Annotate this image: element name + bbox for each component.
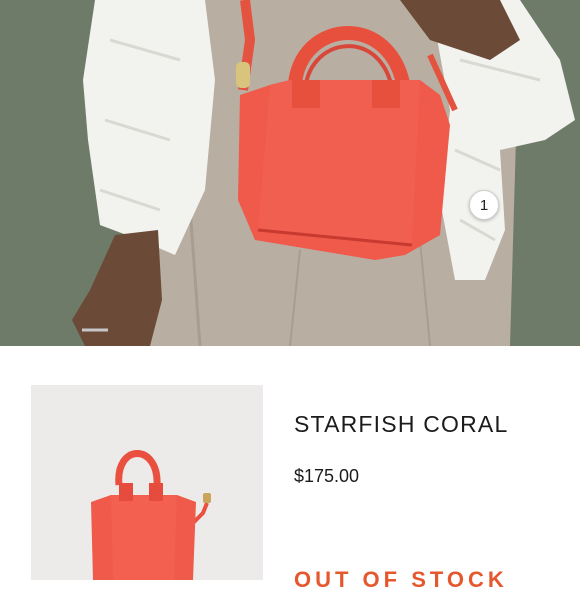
product-thumbnail[interactable] bbox=[31, 385, 263, 580]
image-hotspot-button[interactable]: 1 bbox=[469, 190, 499, 220]
product-name[interactable]: STARFISH CORAL bbox=[294, 411, 508, 438]
product-price: $175.00 bbox=[294, 466, 360, 486]
hero-image[interactable]: 1 bbox=[0, 0, 580, 346]
stock-status-label: OUT OF STOCK bbox=[294, 567, 508, 592]
hero-photo bbox=[0, 0, 580, 346]
bag-product-image bbox=[91, 450, 211, 580]
